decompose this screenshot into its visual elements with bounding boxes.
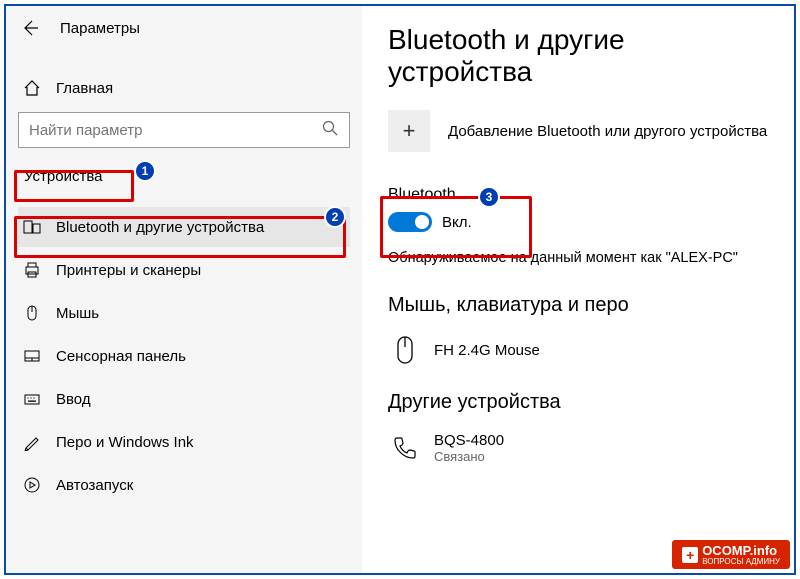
nav-touchpad[interactable]: Сенсорная панель — [18, 336, 350, 376]
add-device-label: Добавление Bluetooth или другого устройс… — [448, 123, 767, 140]
nav-item-label: Автозапуск — [56, 477, 133, 494]
right-pane: Bluetooth и другие устройства + Добавлен… — [362, 6, 794, 573]
pen-icon — [22, 432, 42, 452]
nav-printers[interactable]: Принтеры и сканеры — [18, 250, 350, 290]
back-button[interactable] — [18, 16, 42, 40]
phone-device-icon — [390, 433, 420, 463]
plus-icon: + — [388, 110, 430, 152]
app-title: Параметры — [60, 20, 140, 37]
back-arrow-icon — [20, 18, 40, 38]
device-name: BQS-4800 — [434, 432, 504, 449]
nav-item-label: Принтеры и сканеры — [56, 262, 201, 279]
nav-item-label: Bluetooth и другие устройства — [56, 219, 264, 236]
discoverable-text: Обнаруживаемое на данный момент как "ALE… — [388, 250, 776, 266]
bluetooth-devices-icon — [22, 217, 42, 237]
nav-mouse[interactable]: Мышь — [18, 293, 350, 333]
category-title: Устройства — [18, 160, 108, 193]
nav-typing[interactable]: Ввод — [18, 379, 350, 419]
bluetooth-toggle-state: Вкл. — [442, 214, 472, 231]
nav-item-label: Сенсорная панель — [56, 348, 186, 365]
device-row-mouse[interactable]: FH 2.4G Mouse — [388, 329, 776, 371]
bluetooth-section: Bluetooth Вкл. — [388, 186, 776, 232]
search-box[interactable] — [18, 112, 350, 148]
nav-item-label: Ввод — [56, 391, 91, 408]
keyboard-icon — [22, 389, 42, 409]
autoplay-icon — [22, 475, 42, 495]
nav-pen[interactable]: Перо и Windows Ink — [18, 422, 350, 462]
nav-autoplay[interactable]: Автозапуск — [18, 465, 350, 505]
left-pane: Параметры Главная Устройства Bluetooth и… — [6, 6, 362, 573]
nav-item-label: Перо и Windows Ink — [56, 434, 194, 451]
page-title: Bluetooth и другие устройства — [388, 24, 776, 88]
nav-item-label: Мышь — [56, 305, 99, 322]
device-row-phone[interactable]: BQS-4800 Связано — [388, 426, 776, 470]
add-device-button[interactable]: + Добавление Bluetooth или другого устро… — [388, 110, 776, 152]
section-mouse-keyboard-title: Мышь, клавиатура и перо — [388, 294, 776, 317]
touchpad-icon — [22, 346, 42, 366]
nav-bluetooth-devices[interactable]: Bluetooth и другие устройства — [18, 207, 350, 247]
bluetooth-toggle-row: Вкл. — [388, 212, 776, 232]
toggle-knob — [415, 215, 429, 229]
printer-icon — [22, 260, 42, 280]
bluetooth-toggle[interactable] — [388, 212, 432, 232]
bluetooth-label: Bluetooth — [388, 186, 776, 204]
settings-window: Параметры Главная Устройства Bluetooth и… — [4, 4, 796, 575]
home-label: Главная — [56, 80, 113, 97]
section-other-devices-title: Другие устройства — [388, 391, 776, 414]
search-input[interactable] — [29, 122, 321, 139]
device-name: FH 2.4G Mouse — [434, 342, 540, 359]
home-icon — [22, 78, 42, 98]
home-nav[interactable]: Главная — [18, 70, 350, 106]
mouse-icon — [22, 303, 42, 323]
mouse-device-icon — [390, 335, 420, 365]
search-icon — [321, 119, 339, 142]
header-row: Параметры — [18, 16, 350, 40]
device-status: Связано — [434, 449, 504, 464]
